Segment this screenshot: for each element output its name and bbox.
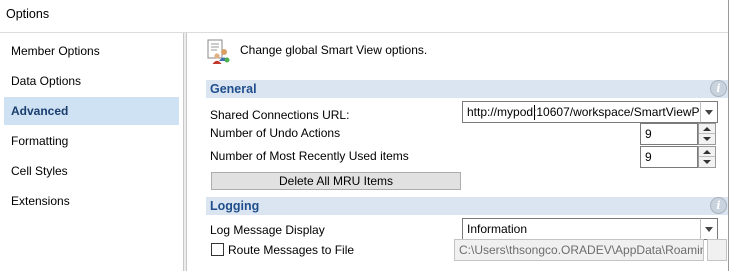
shared-connections-dropdown-button[interactable] xyxy=(700,101,718,123)
sidebar-item-label: Formatting xyxy=(11,134,69,148)
sidebar-item-cell-styles[interactable]: Cell Styles xyxy=(4,157,179,185)
text-cursor-icon xyxy=(534,105,535,120)
sidebar-item-label: Cell Styles xyxy=(11,164,68,178)
log-message-display-dropdown-button[interactable] xyxy=(700,218,718,240)
sidebar-item-advanced[interactable]: Advanced xyxy=(4,97,179,125)
sidebar-item-extensions[interactable]: Extensions xyxy=(4,187,179,215)
section-title: General xyxy=(210,82,257,96)
info-icon[interactable]: i xyxy=(710,80,727,97)
window-title: Options xyxy=(0,0,728,30)
sidebar-item-label: Extensions xyxy=(11,194,70,208)
advanced-options-panel: Change global Smart View options. Genera… xyxy=(188,33,728,271)
log-message-display-select[interactable]: Information xyxy=(462,218,702,240)
sidebar-item-label: Data Options xyxy=(11,74,82,88)
shared-connections-url-value: http://mypod:10607/workspace/SmartViewPr… xyxy=(467,105,702,119)
browse-log-file-button[interactable] xyxy=(707,239,727,261)
sidebar-splitter[interactable] xyxy=(183,33,187,271)
spin-down-icon[interactable] xyxy=(699,157,715,167)
shared-connections-url-combo[interactable]: http://mypod:10607/workspace/SmartViewPr… xyxy=(462,101,702,123)
log-file-path-value: C:\Users\thsongco.ORADEV\AppData\Roaming… xyxy=(459,243,704,257)
route-messages-label: Route Messages to File xyxy=(228,243,355,257)
undo-actions-value: 9 xyxy=(645,127,652,141)
delete-mru-button[interactable]: Delete All MRU Items xyxy=(211,172,461,190)
general-section-header: General i xyxy=(206,80,728,98)
section-title: Logging xyxy=(210,199,260,213)
undo-actions-input[interactable]: 9 xyxy=(640,123,698,145)
mru-items-input[interactable]: 9 xyxy=(640,146,698,168)
sidebar-item-data-options[interactable]: Data Options xyxy=(4,67,179,95)
options-dialog: Options Member Options Data Options Adva… xyxy=(0,0,729,271)
undo-actions-label: Number of Undo Actions xyxy=(210,126,341,140)
mru-items-value: 9 xyxy=(645,150,652,164)
undo-actions-stepper[interactable] xyxy=(698,123,716,145)
spin-up-icon[interactable] xyxy=(699,147,715,157)
log-message-display-label: Log Message Display xyxy=(210,223,325,237)
spin-up-icon[interactable] xyxy=(699,124,715,134)
sidebar-item-label: Advanced xyxy=(11,104,69,118)
logging-section-header: Logging i xyxy=(206,197,728,215)
mru-items-stepper[interactable] xyxy=(698,146,716,168)
shared-connections-label: Shared Connections URL: xyxy=(210,108,350,122)
sidebar-item-member-options[interactable]: Member Options xyxy=(4,37,179,65)
info-icon[interactable]: i xyxy=(710,197,727,214)
sidebar-item-formatting[interactable]: Formatting xyxy=(4,127,179,155)
log-message-display-value: Information xyxy=(467,222,528,236)
mru-items-label: Number of Most Recently Used items xyxy=(210,149,409,163)
sidebar-item-label: Member Options xyxy=(11,44,100,58)
spin-down-icon[interactable] xyxy=(699,134,715,144)
log-file-path-field: C:\Users\thsongco.ORADEV\AppData\Roaming… xyxy=(454,239,704,261)
options-people-icon xyxy=(207,39,231,65)
route-messages-checkbox[interactable] xyxy=(211,243,224,256)
page-header-text: Change global Smart View options. xyxy=(240,43,428,57)
sidebar: Member Options Data Options Advanced For… xyxy=(0,33,183,271)
